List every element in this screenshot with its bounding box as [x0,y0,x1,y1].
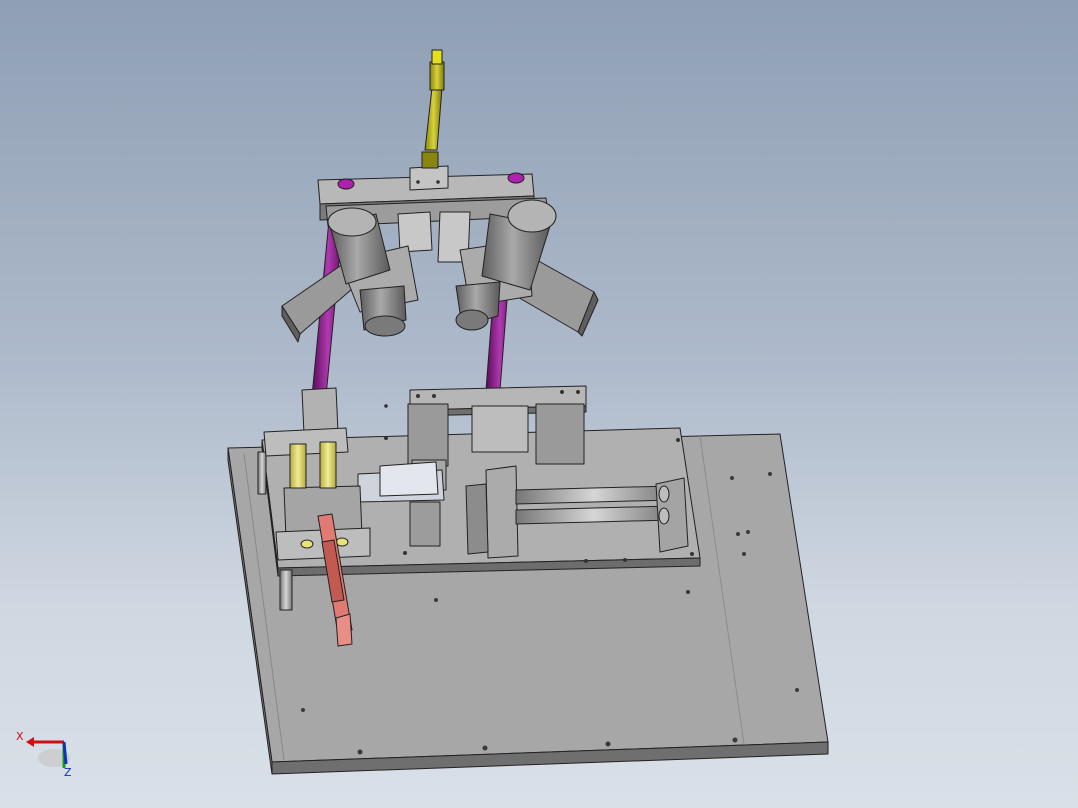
z-axis-label: Z [64,766,72,779]
vertical-yellow-cylinder[interactable] [421,49,445,169]
right-servo-motor[interactable] [455,199,599,337]
cad-graphics-viewport[interactable]: X Z [0,0,1078,808]
cad-assembly-model[interactable] [0,0,1078,808]
axis-triad: X Z [16,730,72,779]
left-servo-motor[interactable] [281,207,419,343]
x-axis-label: X [16,730,24,743]
